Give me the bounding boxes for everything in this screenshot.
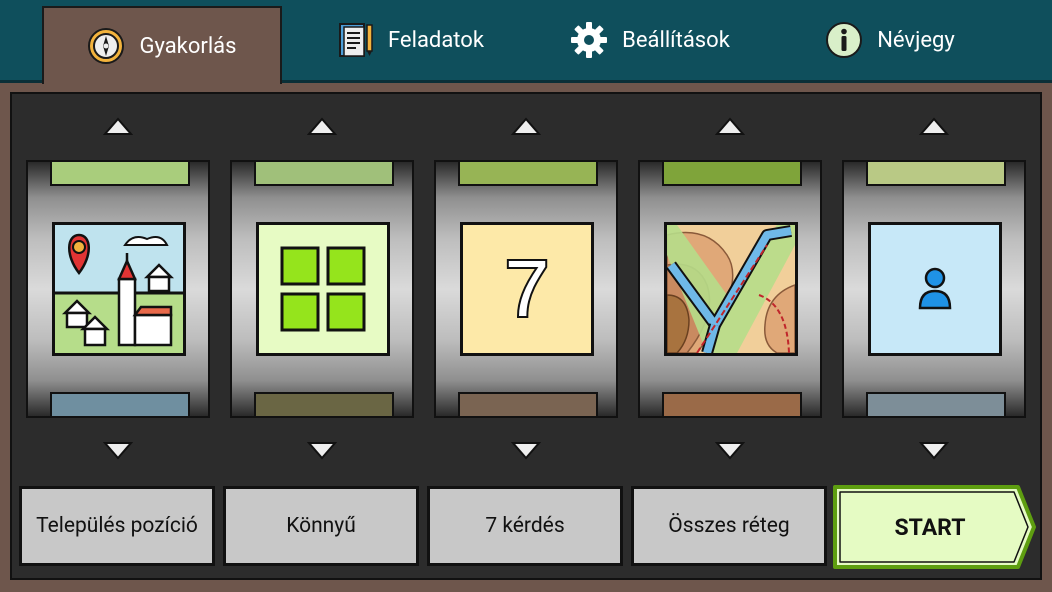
- drum-layers[interactable]: [638, 160, 822, 418]
- tab-label: Beállítások: [622, 27, 730, 53]
- next-item-preview: [50, 392, 190, 416]
- tab-feladatok[interactable]: Feladatok: [300, 0, 520, 80]
- difficulty-grid-icon: [256, 222, 390, 356]
- scroll-down-arrow-2[interactable]: [307, 440, 337, 460]
- scroll-down-arrow-1[interactable]: [103, 440, 133, 460]
- tasks-icon: [336, 21, 374, 59]
- prev-item-preview: [458, 162, 598, 186]
- scroll-down-arrow-4[interactable]: [715, 440, 745, 460]
- tab-label: Névjegy: [877, 27, 955, 53]
- scroll-up-arrow-2[interactable]: [307, 117, 337, 137]
- layers-button[interactable]: Összes réteg: [631, 486, 827, 566]
- prev-item-preview: [662, 162, 802, 186]
- prev-item-preview: [254, 162, 394, 186]
- question-count-number: 7: [503, 242, 551, 335]
- next-item-preview: [458, 392, 598, 416]
- map-layers-icon: [664, 222, 798, 356]
- start-button[interactable]: START: [832, 484, 1038, 570]
- village-location-icon: [52, 222, 186, 356]
- scroll-down-arrow-3[interactable]: [511, 440, 541, 460]
- question-count-icon: 7: [460, 222, 594, 356]
- player-icon: [868, 222, 1002, 356]
- compass-icon: [87, 27, 125, 65]
- next-item-preview: [662, 392, 802, 416]
- tab-label: Gyakorlás: [139, 33, 237, 59]
- prev-item-preview: [866, 162, 1006, 186]
- drum-player[interactable]: [842, 160, 1026, 418]
- scroll-up-arrow-3[interactable]: [511, 117, 541, 137]
- prev-item-preview: [50, 162, 190, 186]
- next-item-preview: [254, 392, 394, 416]
- start-label: START: [894, 513, 966, 541]
- tab-nevjegy[interactable]: Névjegy: [800, 0, 980, 80]
- scroll-up-arrow-1[interactable]: [103, 117, 133, 137]
- mode-button[interactable]: Település pozíció: [19, 486, 215, 566]
- drum-question-count[interactable]: 7: [434, 160, 618, 418]
- drum-mode[interactable]: [26, 160, 210, 418]
- scroll-down-arrow-5[interactable]: [919, 440, 949, 460]
- difficulty-button[interactable]: Könnyű: [223, 486, 419, 566]
- info-icon: [825, 21, 863, 59]
- drum-difficulty[interactable]: [230, 160, 414, 418]
- tab-gyakorlas[interactable]: Gyakorlás: [42, 6, 282, 84]
- scroll-up-arrow-4[interactable]: [715, 117, 745, 137]
- tab-beallitasok[interactable]: Beállítások: [545, 0, 755, 80]
- gear-icon: [570, 21, 608, 59]
- tab-bar: Gyakorlás Feladatok Beállítások Névjegy: [0, 0, 1052, 84]
- next-item-preview: [866, 392, 1006, 416]
- question-count-button[interactable]: 7 kérdés: [427, 486, 623, 566]
- tab-label: Feladatok: [388, 27, 484, 53]
- scroll-up-arrow-5[interactable]: [919, 117, 949, 137]
